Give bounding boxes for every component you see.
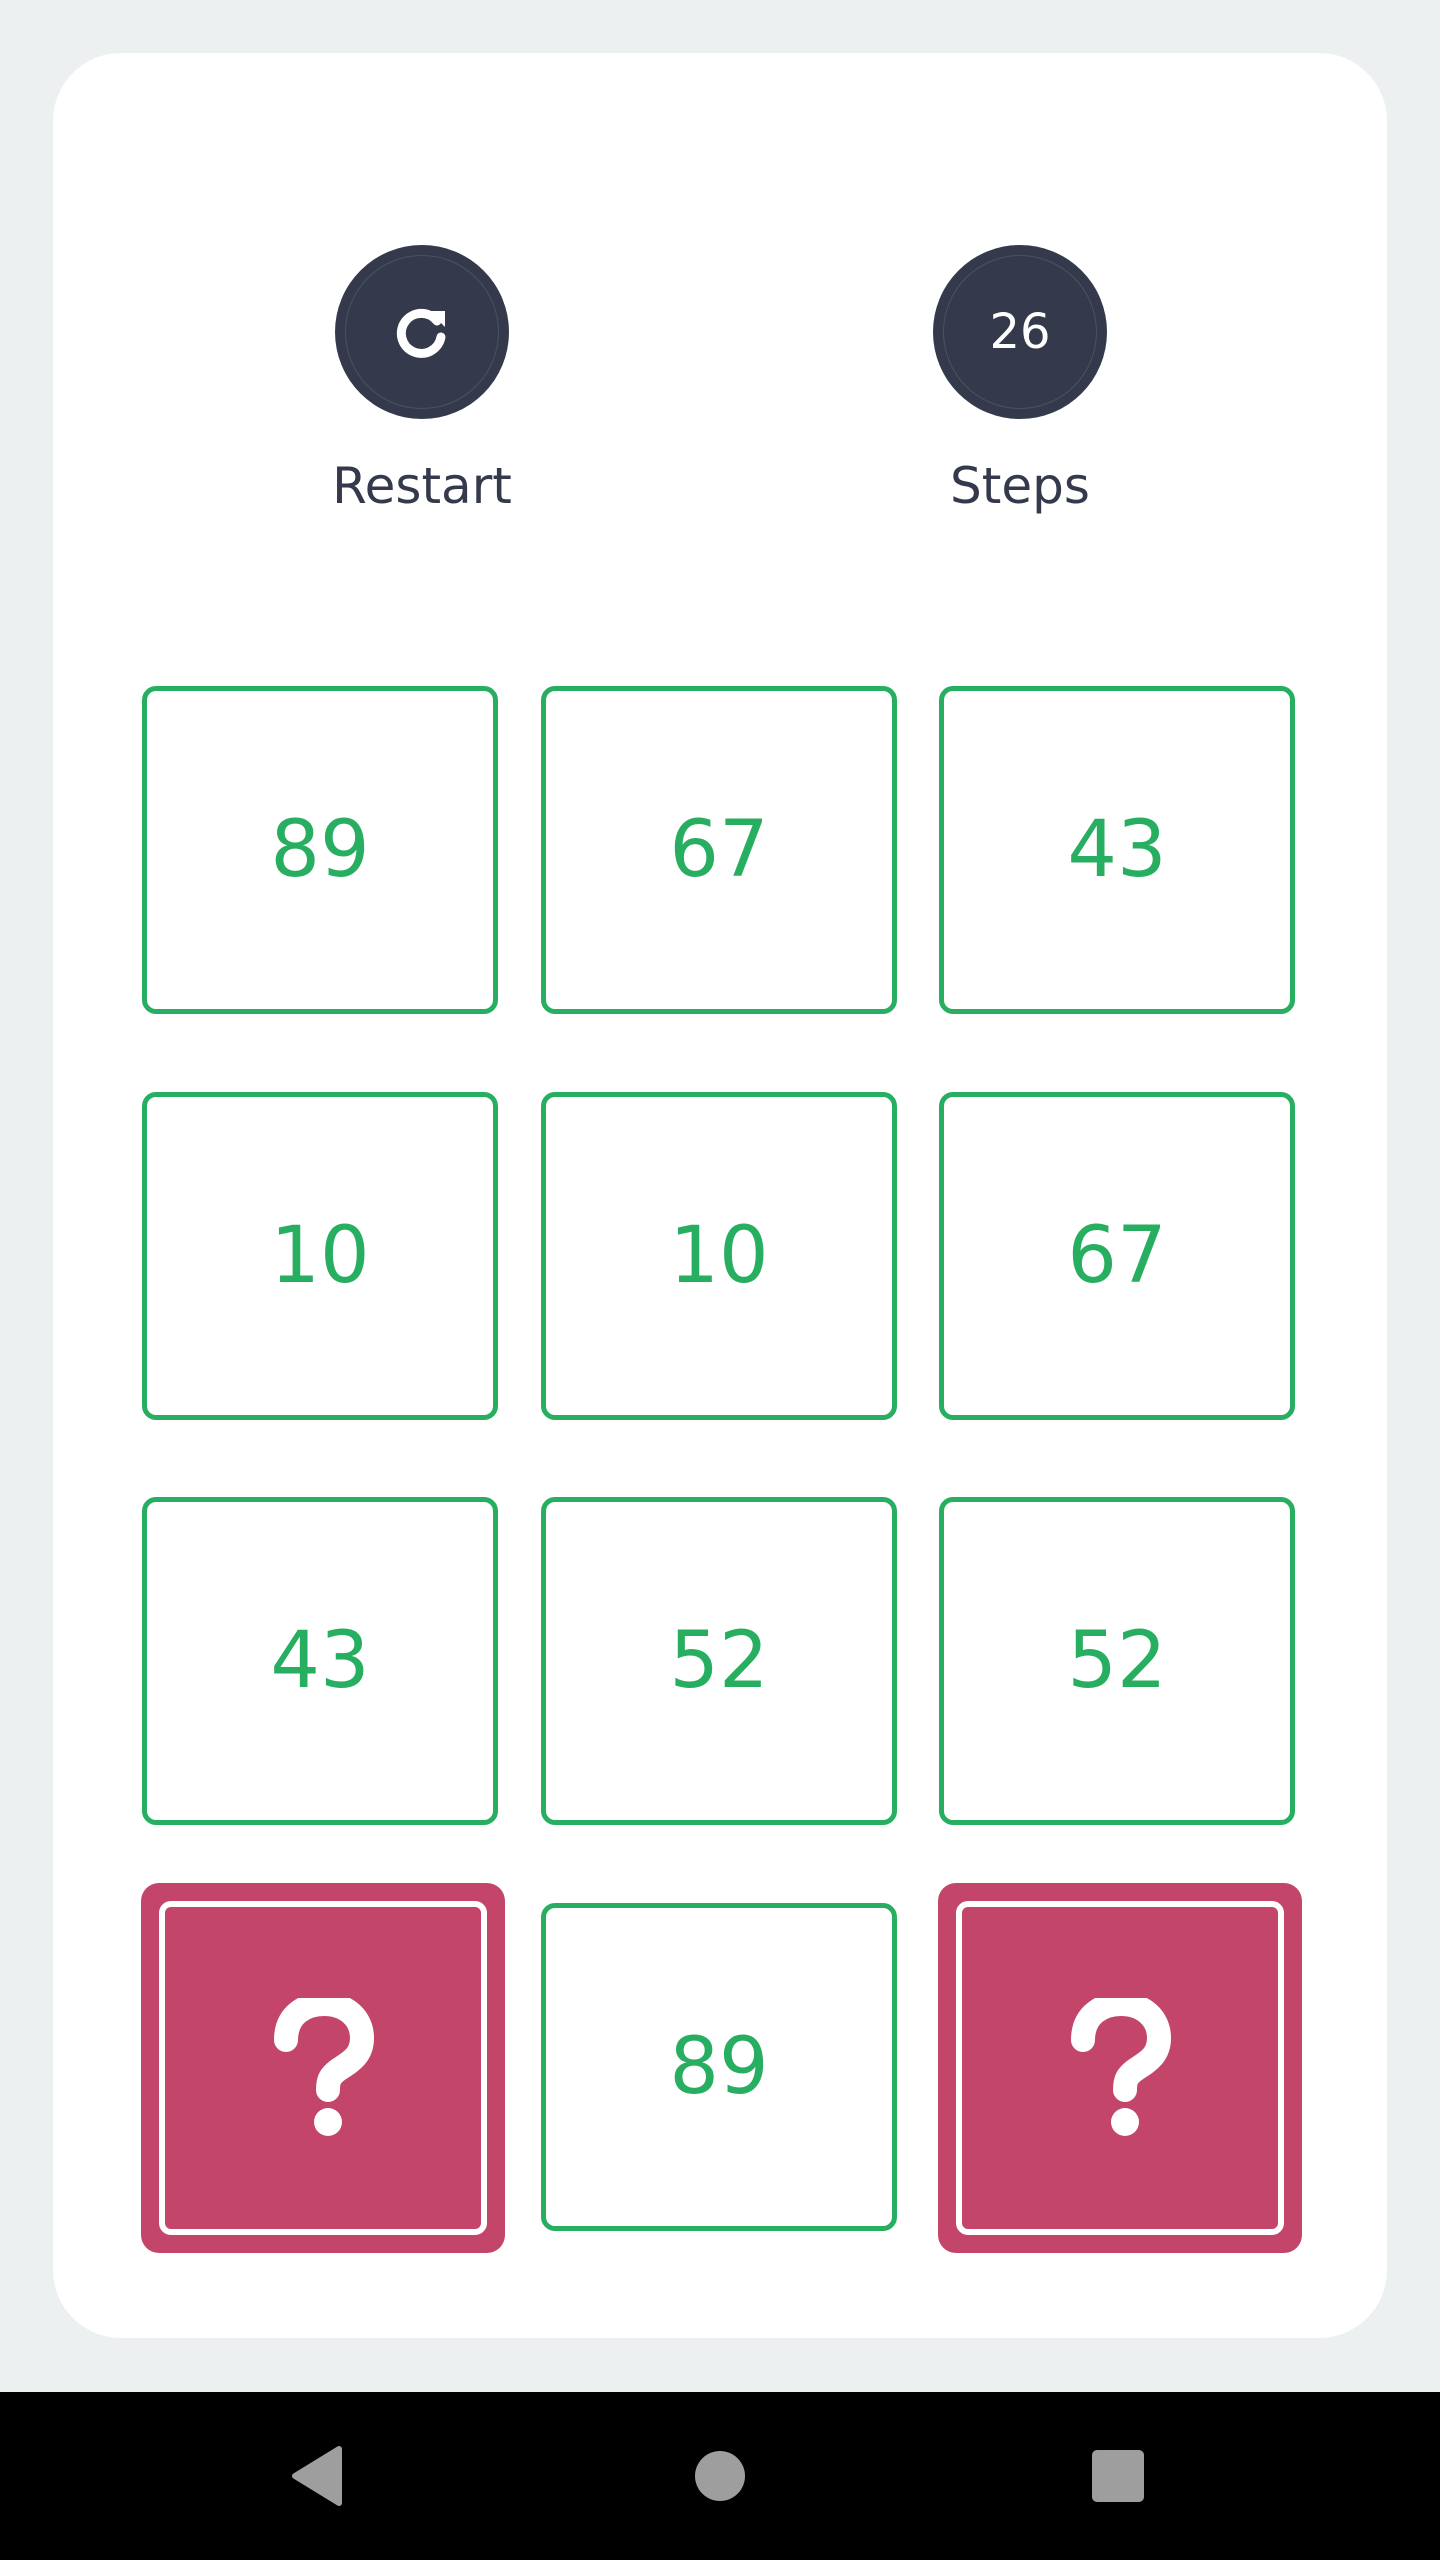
home-button[interactable] <box>665 2426 775 2526</box>
system-navigation-bar <box>0 2392 1440 2560</box>
tile[interactable]: 10 <box>142 1092 498 1420</box>
restart-control[interactable]: Restart <box>332 245 512 515</box>
tile[interactable]: 67 <box>939 1092 1295 1420</box>
question-icon <box>274 1998 375 2136</box>
back-button[interactable] <box>262 2426 372 2526</box>
steps-counter: 26 <box>933 245 1107 419</box>
tile[interactable]: 43 <box>142 1497 498 1825</box>
question-icon <box>1071 1998 1172 2136</box>
hidden-tile[interactable] <box>141 1883 505 2253</box>
steps-count: 26 <box>989 304 1051 360</box>
restart-button[interactable] <box>335 245 509 419</box>
steps-label: Steps <box>950 457 1090 515</box>
recents-icon <box>1092 2450 1144 2502</box>
tile[interactable]: 67 <box>541 686 897 1014</box>
tile[interactable]: 89 <box>541 1903 897 2231</box>
hidden-tile[interactable] <box>938 1883 1302 2253</box>
hidden-tile-frame <box>956 1901 1284 2235</box>
home-icon <box>695 2451 745 2501</box>
tile[interactable]: 43 <box>939 686 1295 1014</box>
restart-icon <box>396 308 446 358</box>
back-icon <box>292 2446 342 2506</box>
tile[interactable]: 52 <box>541 1497 897 1825</box>
restart-label: Restart <box>332 457 512 515</box>
steps-control: 26 Steps <box>930 245 1110 515</box>
recents-button[interactable] <box>1063 2426 1173 2526</box>
hidden-tile-frame <box>159 1901 487 2235</box>
tile[interactable]: 52 <box>939 1497 1295 1825</box>
tile[interactable]: 10 <box>541 1092 897 1420</box>
game-board: Restart 26 Steps 89 67 43 10 10 67 43 52… <box>53 53 1387 2338</box>
tile[interactable]: 89 <box>142 686 498 1014</box>
